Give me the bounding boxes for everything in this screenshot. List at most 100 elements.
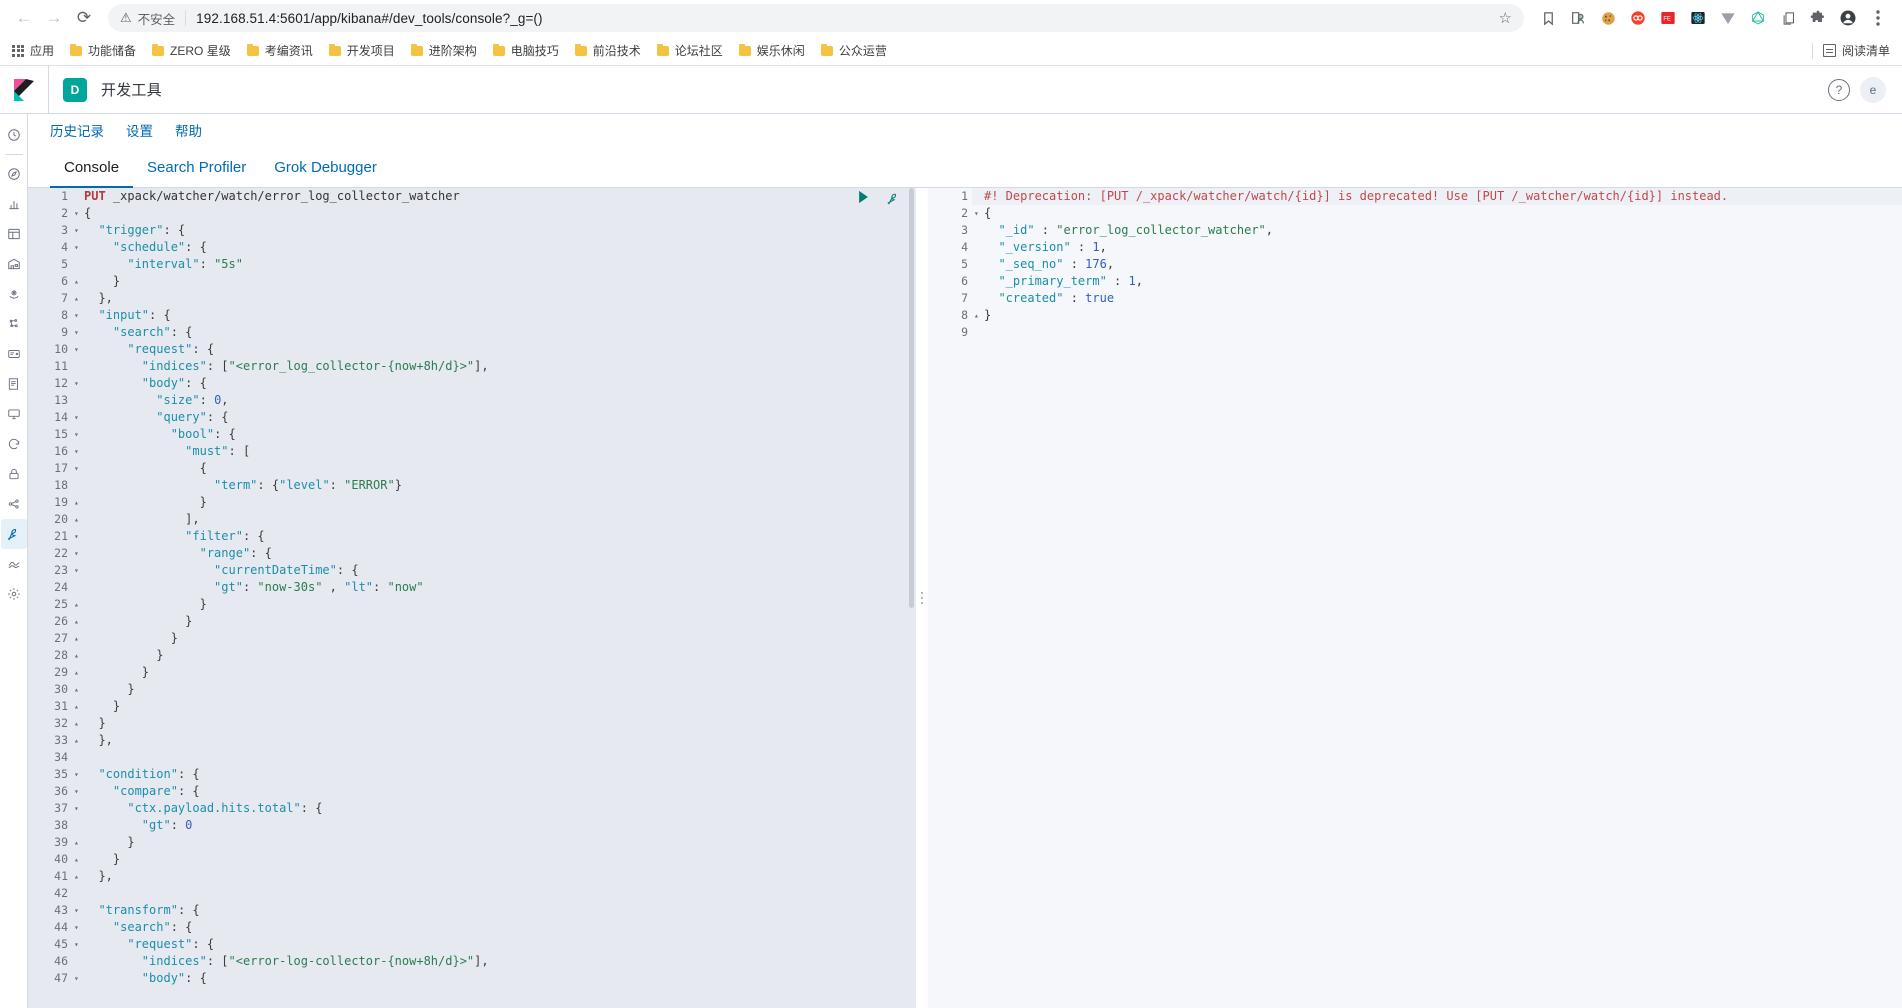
bookmark-folder-0[interactable]: 功能储备: [62, 39, 144, 62]
fold-toggle-icon[interactable]: ▴: [72, 630, 84, 647]
fold-toggle-icon[interactable]: ▾: [72, 205, 84, 222]
fold-toggle-icon[interactable]: ▴: [72, 596, 84, 613]
address-bar[interactable]: ⚠ 不安全 192.168.51.4:5601/app/kibana#/dev_…: [108, 4, 1524, 32]
bookmark-folder-5[interactable]: 电脑技巧: [485, 39, 567, 62]
fold-toggle-icon[interactable]: ▾: [72, 222, 84, 239]
fold-toggle-icon[interactable]: ▾: [72, 460, 84, 477]
copy-icon[interactable]: [1774, 4, 1802, 32]
reload-button[interactable]: ⟳: [70, 4, 98, 32]
tab-grok-debugger[interactable]: Grok Debugger: [260, 159, 391, 187]
menu-icon[interactable]: [1864, 4, 1892, 32]
fold-toggle-icon[interactable]: ▴: [72, 834, 84, 851]
fold-toggle-icon[interactable]: ▴: [972, 307, 984, 324]
fold-toggle-icon[interactable]: ▴: [72, 647, 84, 664]
fold-toggle-icon[interactable]: ▴: [72, 715, 84, 732]
management-gear-icon[interactable]: [1, 579, 27, 609]
help-icon[interactable]: ?: [1828, 78, 1850, 101]
fold-toggle-icon[interactable]: ▴: [72, 494, 84, 511]
bookmark-star-icon[interactable]: ☆: [1493, 9, 1518, 27]
bookmark-folder-3[interactable]: 开发项目: [321, 39, 403, 62]
fold-toggle-icon[interactable]: ▴: [72, 613, 84, 630]
fold-toggle-icon[interactable]: ▾: [72, 409, 84, 426]
fold-toggle-icon[interactable]: ▾: [72, 562, 84, 579]
react-devtools-icon[interactable]: [1684, 4, 1712, 32]
scroll-thumb[interactable]: [909, 188, 914, 608]
bookmark-folder-6[interactable]: 前沿技术: [567, 39, 649, 62]
fold-toggle-icon[interactable]: ▾: [72, 545, 84, 562]
bookmark-icon[interactable]: [1534, 4, 1562, 32]
bookmark-folder-7[interactable]: 论坛社区: [649, 39, 731, 62]
graph-icon[interactable]: [1, 489, 27, 519]
cookie-icon[interactable]: [1594, 4, 1622, 32]
tab-console[interactable]: Console: [50, 159, 134, 188]
send-request-play-icon[interactable]: [857, 190, 870, 207]
fold-toggle-icon[interactable]: ▾: [72, 443, 84, 460]
monitoring-icon[interactable]: [1, 549, 27, 579]
recently-viewed-icon[interactable]: [1, 120, 27, 150]
vue-devtools-icon[interactable]: [1714, 4, 1742, 32]
fold-toggle-icon[interactable]: ▴: [72, 511, 84, 528]
fold-toggle-icon[interactable]: ▾: [72, 970, 84, 987]
uptime-icon[interactable]: [1, 429, 27, 459]
fold-toggle-icon[interactable]: ▾: [972, 205, 984, 222]
siem-lock-icon[interactable]: [1, 459, 27, 489]
fold-toggle-icon[interactable]: ▾: [72, 800, 84, 817]
request-editor[interactable]: 1 PUT _xpack/watcher/watch/error_log_coll…: [28, 188, 916, 1008]
fold-toggle-icon[interactable]: ▾: [72, 919, 84, 936]
maps-icon[interactable]: [1, 279, 27, 309]
fold-toggle-icon[interactable]: ▴: [72, 732, 84, 749]
request-code[interactable]: 1 PUT _xpack/watcher/watch/error_log_coll…: [28, 188, 916, 987]
dev-tools-wrench-icon[interactable]: [0, 519, 27, 549]
dashboard-icon[interactable]: [1, 219, 27, 249]
visualize-chart-icon[interactable]: [1, 189, 27, 219]
account-icon[interactable]: [1834, 4, 1862, 32]
response-editor[interactable]: 1 #! Deprecation: [PUT /_xpack/watcher/wa…: [928, 188, 1902, 1008]
logs-icon[interactable]: [1, 369, 27, 399]
bookmark-folder-2[interactable]: 考编资讯: [239, 39, 321, 62]
apm-icon[interactable]: [1, 399, 27, 429]
fold-toggle-icon[interactable]: ▴: [72, 290, 84, 307]
fold-toggle-icon[interactable]: ▾: [72, 341, 84, 358]
tab-search-profiler[interactable]: Search Profiler: [133, 159, 260, 187]
fold-toggle-icon[interactable]: ▾: [72, 426, 84, 443]
fold-toggle-icon[interactable]: ▾: [72, 902, 84, 919]
open-docs-wrench-icon[interactable]: [886, 192, 900, 206]
machine-learning-icon[interactable]: [1, 309, 27, 339]
fold-toggle-icon[interactable]: ▾: [72, 239, 84, 256]
fold-toggle-icon[interactable]: ▾: [72, 324, 84, 341]
url-text[interactable]: 192.168.51.4:5601/app/kibana#/dev_tools/…: [196, 11, 1486, 26]
avatar[interactable]: e: [1860, 76, 1886, 103]
canvas-icon[interactable]: [1, 249, 27, 279]
fold-toggle-icon[interactable]: ▴: [72, 681, 84, 698]
fold-toggle-icon[interactable]: ▾: [72, 936, 84, 953]
request-scrollbar[interactable]: [906, 188, 916, 1008]
fold-toggle-icon[interactable]: ▾: [72, 307, 84, 324]
elastic-logo-icon[interactable]: [0, 66, 48, 114]
infrastructure-icon[interactable]: [1, 339, 27, 369]
bookmark-apps[interactable]: 应用: [8, 39, 62, 62]
profile-badge-icon[interactable]: [1564, 4, 1592, 32]
forward-button[interactable]: →: [40, 4, 68, 32]
graphql-icon[interactable]: [1744, 4, 1772, 32]
subnav-help[interactable]: 帮助: [175, 120, 202, 140]
extensions-icon[interactable]: [1804, 4, 1832, 32]
discover-compass-icon[interactable]: [1, 159, 27, 189]
fold-toggle-icon[interactable]: ▴: [72, 851, 84, 868]
fold-toggle-icon[interactable]: ▴: [72, 868, 84, 885]
fold-toggle-icon[interactable]: ▾: [72, 766, 84, 783]
feedly-icon[interactable]: FE: [1654, 4, 1682, 32]
bookmark-folder-9[interactable]: 公众运营: [813, 39, 895, 62]
fold-toggle-icon[interactable]: ▴: [72, 664, 84, 681]
back-button[interactable]: ←: [10, 4, 38, 32]
subnav-history[interactable]: 历史记录: [50, 120, 104, 140]
bookmark-folder-4[interactable]: 进阶架构: [403, 39, 485, 62]
pane-splitter[interactable]: [916, 188, 928, 1008]
fold-toggle-icon[interactable]: ▾: [72, 375, 84, 392]
infinity-icon[interactable]: [1624, 4, 1652, 32]
fold-toggle-icon[interactable]: ▾: [72, 528, 84, 545]
bookmark-folder-1[interactable]: ZERO 星级: [144, 39, 239, 62]
fold-toggle-icon[interactable]: ▾: [72, 783, 84, 800]
bookmark-folder-8[interactable]: 娱乐休闲: [731, 39, 813, 62]
reading-list-button[interactable]: 阅读清单: [1811, 42, 1894, 59]
fold-toggle-icon[interactable]: ▴: [72, 273, 84, 290]
